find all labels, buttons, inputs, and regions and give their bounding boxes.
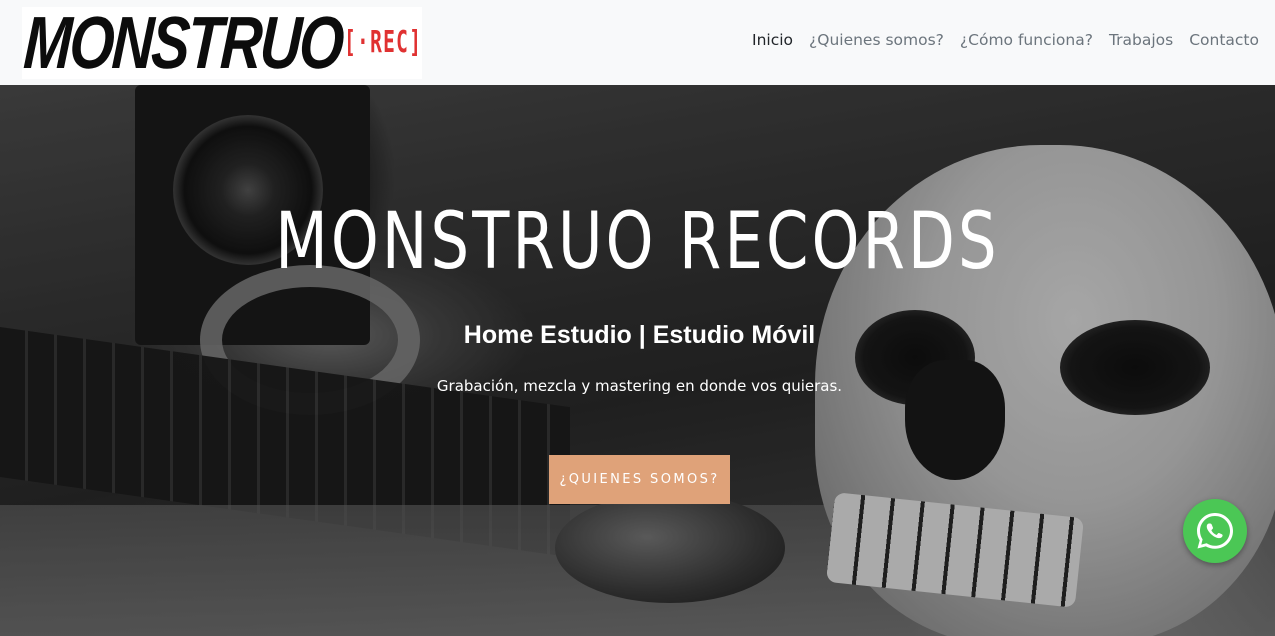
nav-item-trabajos[interactable]: Trabajos <box>1109 31 1173 49</box>
brand-logo[interactable]: MONSTRUO [·REC] <box>21 1 423 84</box>
nav-item-como-funciona[interactable]: ¿Cómo funciona? <box>960 31 1093 49</box>
nav-item-inicio[interactable]: Inicio <box>752 31 793 49</box>
logo-wordmark: MONSTRUO <box>21 1 345 84</box>
hero-tagline: Grabación, mezcla y mastering en donde v… <box>436 377 843 395</box>
logo-rec-tag: [·REC] <box>344 25 423 60</box>
nav-item-contacto[interactable]: Contacto <box>1189 31 1259 49</box>
hero-content: MONSTRUO RECORDS Home Estudio | Estudio … <box>0 85 1275 636</box>
hero-subtitle: Home Estudio | Estudio Móvil <box>463 321 816 349</box>
navbar: MONSTRUO [·REC] Inicio ¿Quienes somos? ¿… <box>0 0 1275 85</box>
nav-item-quienes-somos[interactable]: ¿Quienes somos? <box>809 31 944 49</box>
hero-section: MONSTRUO RECORDS Home Estudio | Estudio … <box>0 85 1275 636</box>
whatsapp-icon <box>1197 513 1233 549</box>
whatsapp-button[interactable] <box>1183 499 1247 563</box>
nav-menu: Inicio ¿Quienes somos? ¿Cómo funciona? T… <box>752 31 1259 49</box>
hero-title: MONSTRUO RECORDS <box>275 197 1000 287</box>
quienes-somos-button[interactable]: ¿QUIENES SOMOS? <box>549 455 730 504</box>
